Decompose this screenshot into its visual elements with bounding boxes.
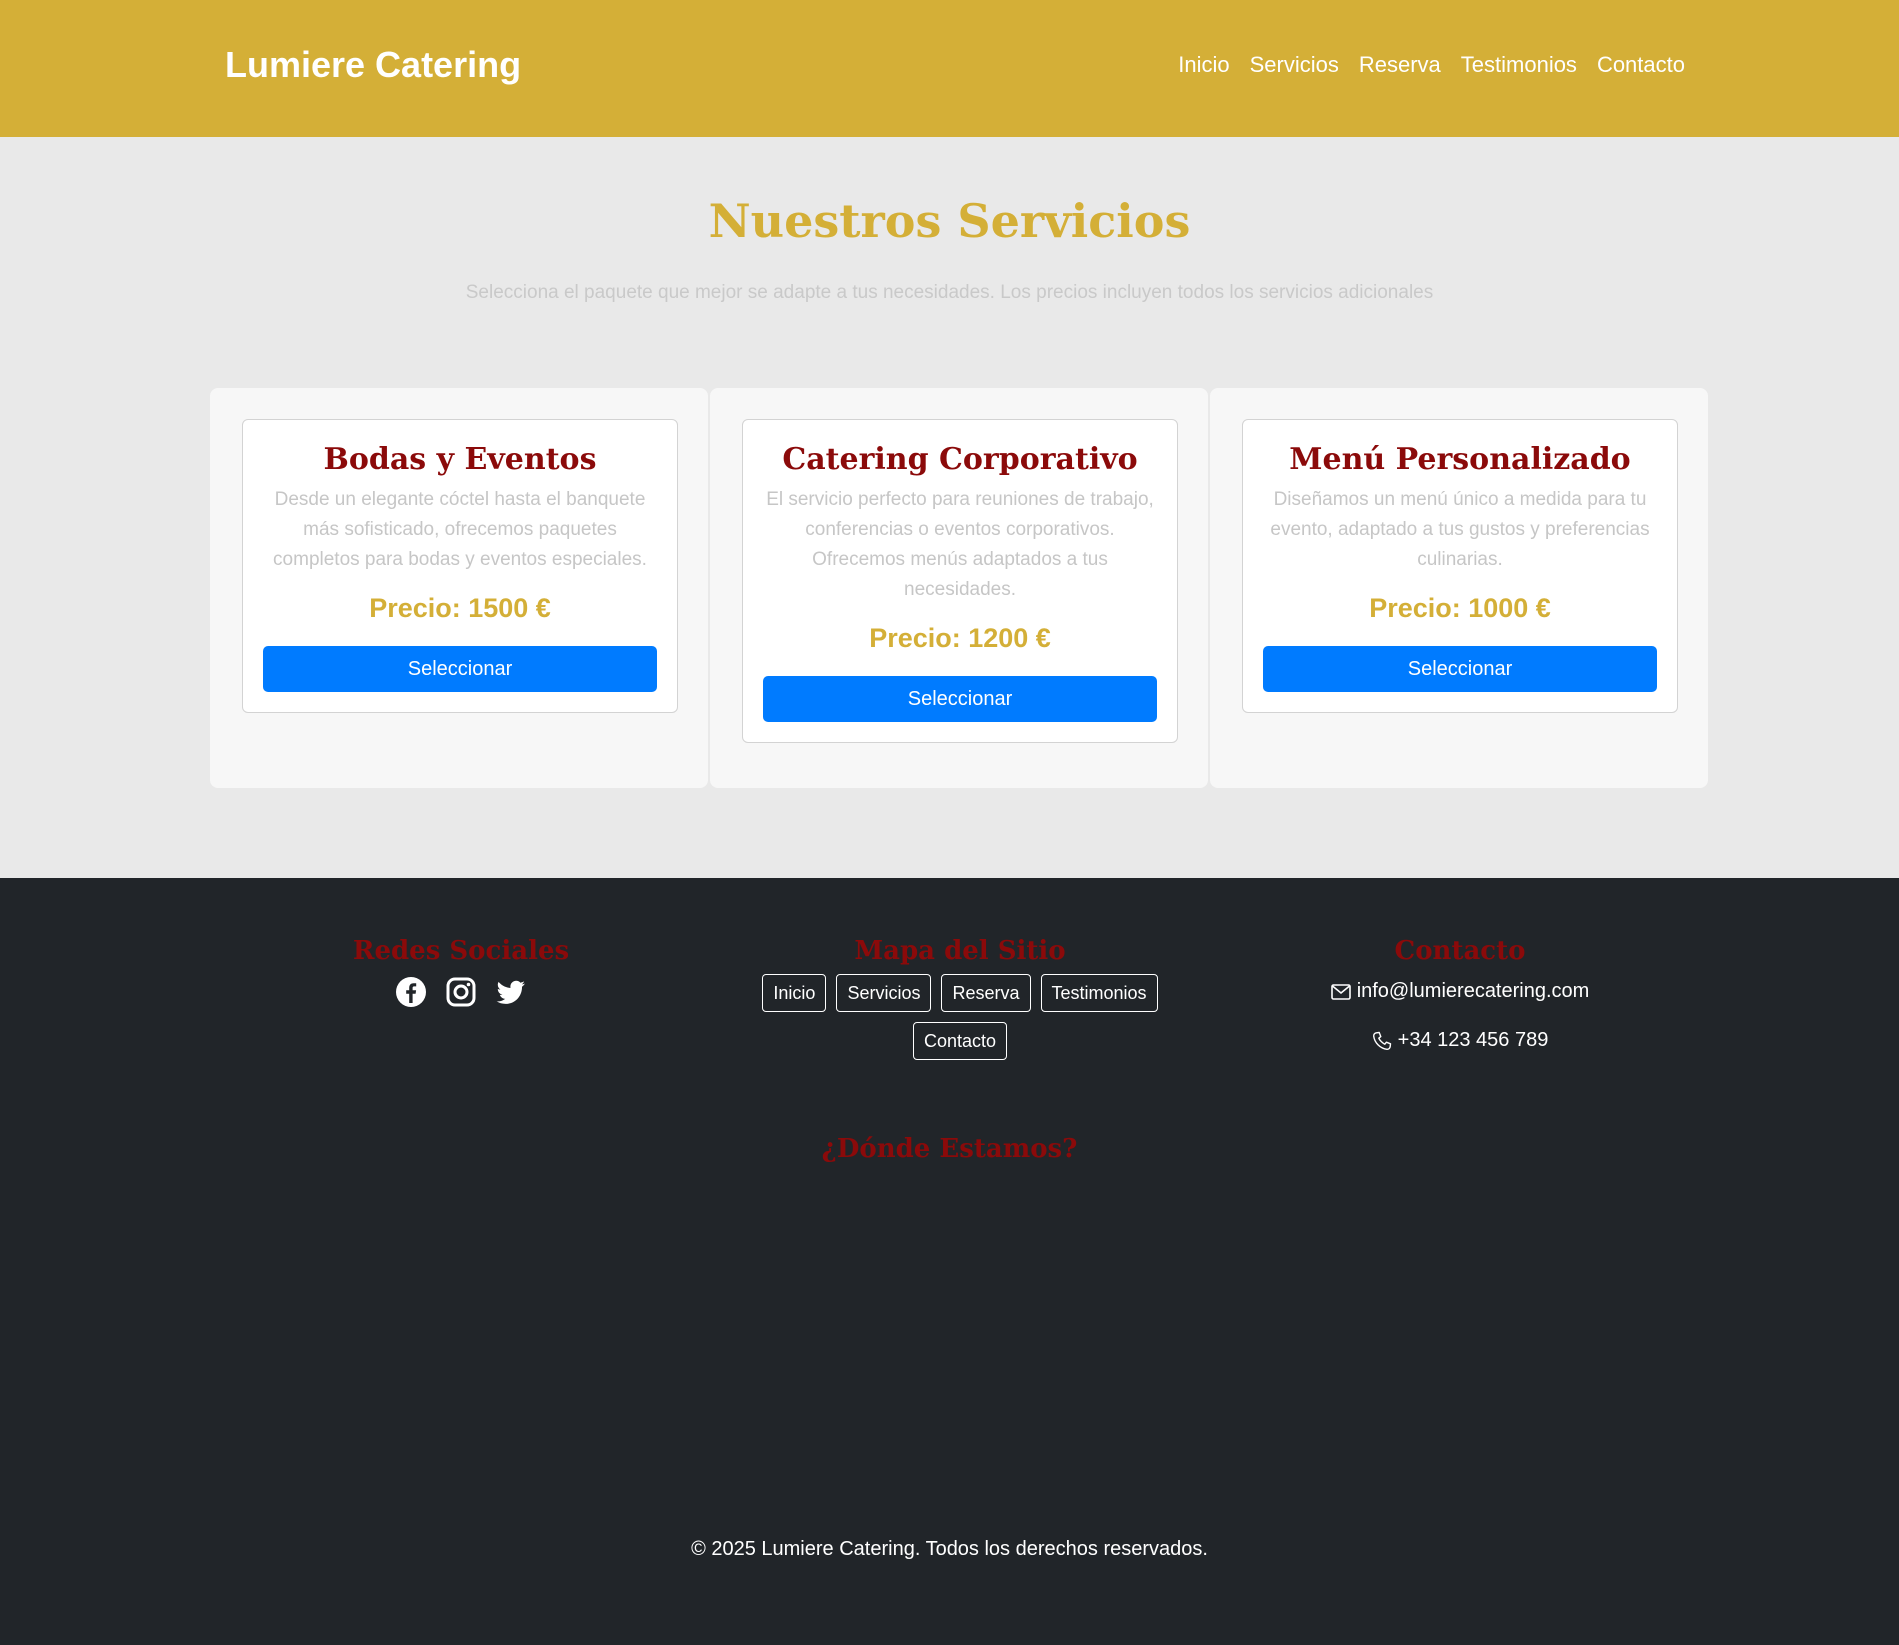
nav-link-testimonios[interactable]: Testimonios: [1461, 52, 1577, 78]
contact-heading: Contacto: [1394, 936, 1526, 966]
card-price: Precio: 1500 €: [369, 593, 551, 623]
twitter-icon[interactable]: [495, 976, 527, 1008]
social-column: Redes Sociales: [211, 936, 711, 1008]
service-panel-weddings: Bodas y Eventos Desde un elegante cóctel…: [210, 388, 708, 788]
nav-link-reserva[interactable]: Reserva: [1359, 52, 1441, 78]
card-description: Diseñamos un menú único a medida para tu…: [1270, 489, 1650, 570]
sitemap-link-contacto[interactable]: Contacto: [912, 1022, 1008, 1060]
nav-link-servicios[interactable]: Servicios: [1250, 52, 1339, 78]
copyright: © 2025 Lumiere Catering. Todos los derec…: [691, 1538, 1208, 1560]
envelope-icon: [1330, 983, 1351, 1000]
brand-logo[interactable]: Lumiere Catering: [225, 44, 521, 86]
sitemap-heading: Mapa del Sitio: [854, 936, 1066, 966]
main-nav: Inicio Servicios Reserva Testimonios Con…: [1178, 52, 1685, 78]
social-icons: [211, 976, 711, 1008]
select-button[interactable]: Seleccionar: [1263, 646, 1657, 692]
nav-link-inicio[interactable]: Inicio: [1178, 52, 1229, 78]
phone-icon: [1372, 1031, 1391, 1050]
service-panel-custom-menu: Menú Personalizado Diseñamos un menú úni…: [1210, 388, 1708, 788]
email-text: info@lumierecatering.com: [1356, 980, 1590, 1002]
card-title: Menú Personalizado: [1289, 442, 1631, 477]
service-panel-corporate: Catering Corporativo El servicio perfect…: [710, 388, 1208, 788]
site-header: Lumiere Catering Inicio Servicios Reserv…: [0, 0, 1899, 137]
contact-column: Contacto info@lumierecatering.com +34 12…: [1210, 936, 1710, 1052]
site-footer: Redes Sociales Mapa del Sitio Inicio Ser…: [0, 878, 1899, 1645]
sitemap-link-inicio[interactable]: Inicio: [762, 974, 827, 1012]
sitemap-link-testimonios[interactable]: Testimonios: [1040, 974, 1158, 1012]
instagram-icon[interactable]: [445, 976, 477, 1008]
card-title: Bodas y Eventos: [323, 442, 597, 477]
card-title: Catering Corporativo: [782, 442, 1138, 477]
select-button[interactable]: Seleccionar: [263, 646, 657, 692]
phone-text: +34 123 456 789: [1397, 1029, 1549, 1051]
card-description: Desde un elegante cóctel hasta el banque…: [273, 489, 647, 570]
services-subtitle: Selecciona el paquete que mejor se adapt…: [465, 282, 1434, 303]
sitemap-links: Inicio Servicios Reserva Testimonios Con…: [750, 974, 1170, 1060]
service-card: Bodas y Eventos Desde un elegante cóctel…: [242, 419, 678, 713]
contact-email[interactable]: info@lumierecatering.com: [1210, 980, 1710, 1003]
facebook-icon[interactable]: [395, 976, 427, 1008]
services-title: Nuestros Servicios: [708, 194, 1191, 248]
sitemap-column: Mapa del Sitio Inicio Servicios Reserva …: [710, 936, 1210, 1060]
card-description: El servicio perfecto para reuniones de t…: [766, 489, 1154, 600]
sitemap-link-servicios[interactable]: Servicios: [836, 974, 932, 1012]
card-price: Precio: 1000 €: [1369, 593, 1551, 623]
social-heading: Redes Sociales: [352, 936, 570, 966]
nav-link-contacto[interactable]: Contacto: [1597, 52, 1685, 78]
service-card: Menú Personalizado Diseñamos un menú úni…: [1242, 419, 1678, 713]
contact-phone[interactable]: +34 123 456 789: [1210, 1029, 1710, 1052]
card-price: Precio: 1200 €: [869, 623, 1051, 653]
service-card: Catering Corporativo El servicio perfect…: [742, 419, 1178, 743]
where-heading: ¿Dónde Estamos?: [821, 1134, 1078, 1164]
select-button[interactable]: Seleccionar: [763, 676, 1157, 722]
sitemap-link-reserva[interactable]: Reserva: [941, 974, 1031, 1012]
